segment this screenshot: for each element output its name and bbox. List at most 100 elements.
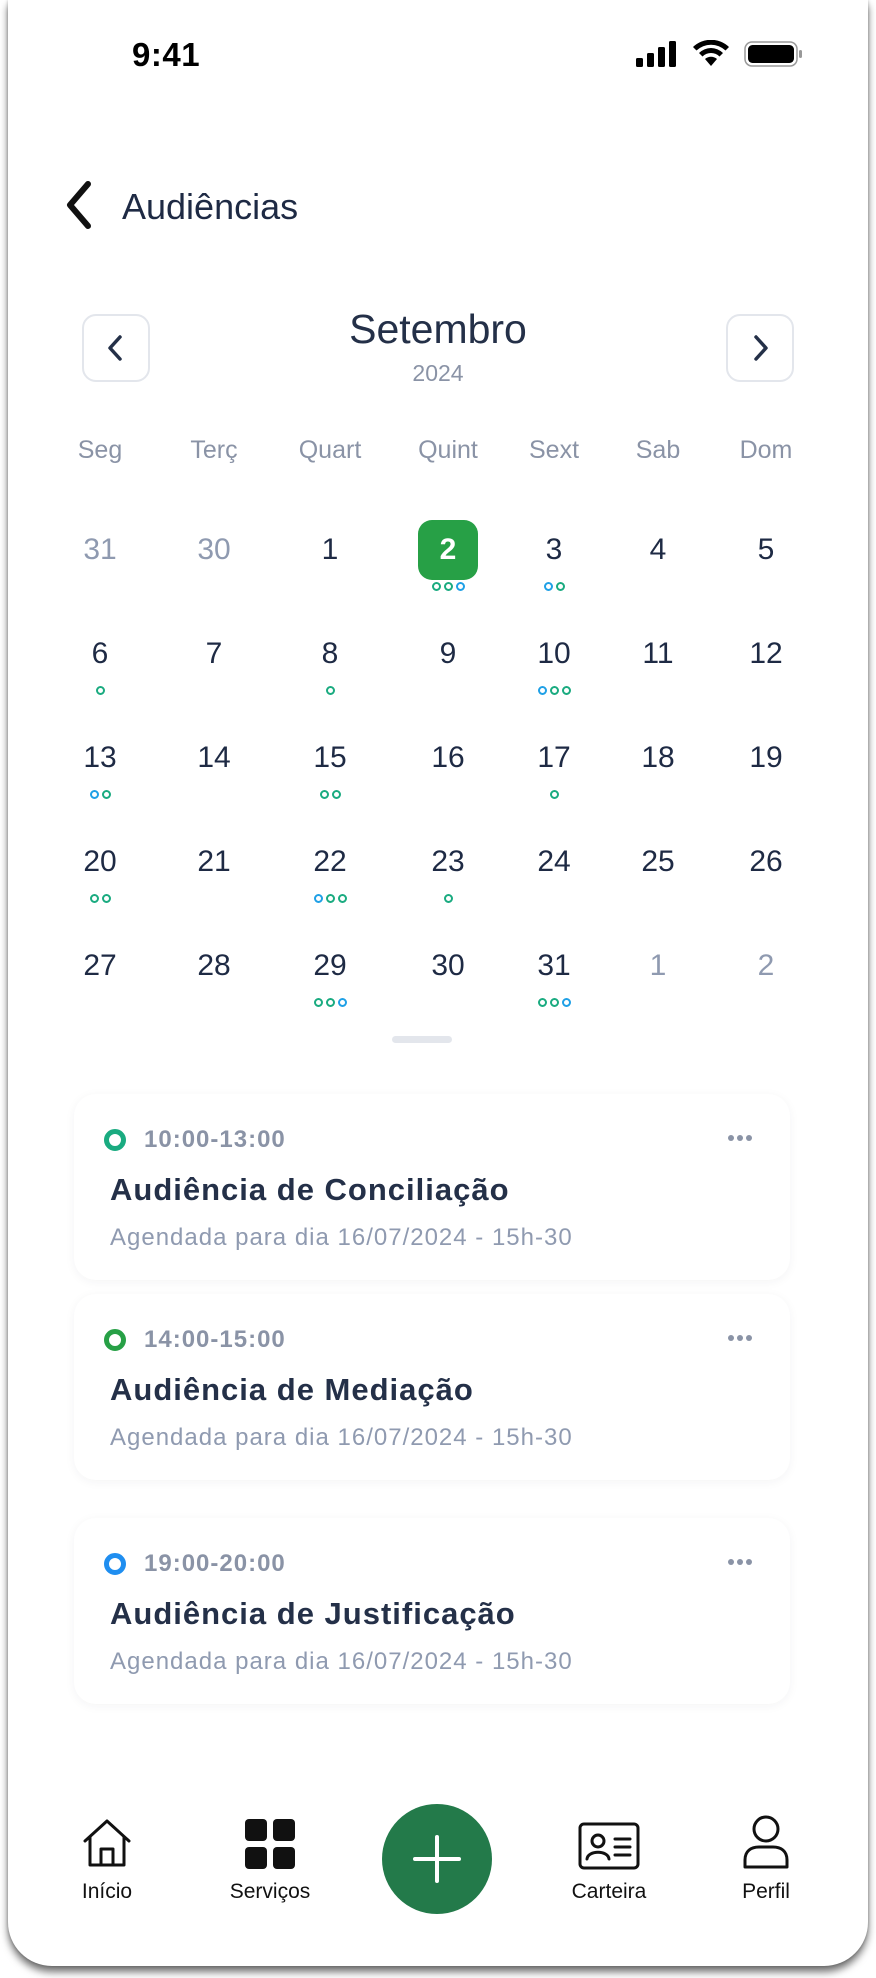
nav-item-profile[interactable]: Perfil	[706, 1810, 826, 1904]
day-number: 30	[431, 949, 465, 982]
wifi-icon	[693, 40, 729, 66]
event-indicators	[60, 790, 140, 799]
event-title: Audiência de Mediação	[110, 1372, 474, 1407]
event-indicators	[290, 686, 370, 695]
calendar-day[interactable]: 16	[408, 738, 488, 818]
calendar-day[interactable]: 23	[408, 842, 488, 922]
nav-item-home[interactable]: Início	[47, 1810, 167, 1904]
calendar-day[interactable]: 18	[618, 738, 698, 818]
event-indicators	[60, 894, 140, 903]
calendar-day[interactable]: 30	[174, 530, 254, 610]
calendar-day[interactable]: 20	[60, 842, 140, 922]
calendar-day[interactable]: 21	[174, 842, 254, 922]
event-indicator-dot	[101, 894, 111, 903]
day-number: 7	[205, 637, 223, 670]
calendar-day[interactable]: 27	[60, 946, 140, 1026]
nav-label-services: Serviços	[229, 1880, 311, 1903]
nav-item-wallet[interactable]: Carteira	[549, 1810, 669, 1904]
weekday-label: Quint	[418, 436, 478, 464]
calendar-day[interactable]: 1	[618, 946, 698, 1026]
back-button[interactable]	[58, 178, 102, 232]
home-icon	[83, 1819, 131, 1867]
day-number: 5	[757, 533, 775, 566]
calendar-day[interactable]: 31	[514, 946, 594, 1026]
more-options-button[interactable]	[720, 1550, 760, 1574]
calendar-day[interactable]: 26	[726, 842, 806, 922]
nav-item-services[interactable]: Serviços	[210, 1810, 330, 1904]
day-number: 8	[321, 637, 339, 670]
more-options-button[interactable]	[720, 1126, 760, 1150]
calendar-day[interactable]: 11	[618, 634, 698, 714]
event-indicator-dot	[337, 998, 347, 1007]
status-time: 9:41	[132, 36, 201, 73]
event-card[interactable]: 14:00-15:00 Audiência de Mediação Agenda…	[74, 1294, 790, 1480]
event-indicator-dot	[89, 790, 99, 799]
calendar-day[interactable]: 1	[290, 530, 370, 610]
event-indicator-dot	[101, 790, 111, 799]
weekday-label: Sext	[528, 436, 580, 464]
add-button[interactable]	[382, 1804, 492, 1914]
calendar-day[interactable]: 12	[726, 634, 806, 714]
calendar-day[interactable]: 2	[726, 946, 806, 1026]
event-indicators	[60, 686, 140, 695]
calendar-day[interactable]: 4	[618, 530, 698, 610]
calendar-day[interactable]: 10	[514, 634, 594, 714]
day-number: 2	[439, 533, 457, 566]
calendar-day[interactable]: 28	[174, 946, 254, 1026]
event-status-dot	[104, 1129, 126, 1151]
event-time: 10:00-13:00	[144, 1126, 286, 1153]
calendar-day[interactable]: 29	[290, 946, 370, 1026]
event-time: 14:00-15:00	[144, 1326, 286, 1353]
calendar-day[interactable]: 22	[290, 842, 370, 922]
event-status-dot	[104, 1553, 126, 1575]
calendar-day[interactable]: 19	[726, 738, 806, 818]
more-options-button[interactable]	[720, 1326, 760, 1350]
event-indicator-dot	[549, 790, 559, 799]
event-indicator-dot	[443, 582, 453, 591]
calendar-day[interactable]: 9	[408, 634, 488, 714]
calendar-day[interactable]: 7	[174, 634, 254, 714]
event-indicator-dot	[95, 686, 105, 695]
calendar-day[interactable]: 3	[514, 530, 594, 610]
event-card[interactable]: 10:00-13:00 Audiência de Conciliação Age…	[74, 1094, 790, 1280]
calendar-day[interactable]: 5	[726, 530, 806, 610]
event-indicator-dot	[431, 582, 441, 591]
event-subtitle: Agendada para dia 16/07/2024 - 15h-30	[110, 1424, 573, 1451]
day-number: 12	[749, 637, 783, 670]
weekday-label: Quart	[298, 436, 362, 464]
id-card-icon	[578, 1822, 640, 1870]
battery-icon	[744, 41, 802, 67]
calendar-day[interactable]: 8	[290, 634, 370, 714]
day-number: 4	[649, 533, 667, 566]
calendar-day[interactable]: 17	[514, 738, 594, 818]
day-number: 2	[757, 949, 775, 982]
calendar-day[interactable]: 14	[174, 738, 254, 818]
nav-label-home: Início	[81, 1880, 133, 1903]
day-number: 31	[83, 533, 117, 566]
calendar-day[interactable]: 25	[618, 842, 698, 922]
calendar-day[interactable]: 31	[60, 530, 140, 610]
day-number: 20	[83, 845, 117, 878]
event-title: Audiência de Conciliação	[110, 1172, 510, 1207]
event-indicators	[514, 998, 594, 1007]
calendar-day-selected[interactable]: 2	[408, 520, 488, 610]
next-month-button[interactable]	[726, 314, 794, 382]
calendar-day[interactable]: 30	[408, 946, 488, 1026]
event-indicator-dot	[561, 998, 571, 1007]
day-number: 30	[197, 533, 231, 566]
event-indicator-dot	[543, 582, 553, 591]
event-indicator-dot	[325, 894, 335, 903]
calendar-day[interactable]: 13	[60, 738, 140, 818]
calendar-day[interactable]: 24	[514, 842, 594, 922]
event-indicator-dot	[537, 686, 547, 695]
drag-handle[interactable]	[392, 1036, 452, 1043]
event-indicators	[290, 790, 370, 799]
event-indicators	[408, 582, 488, 591]
event-subtitle: Agendada para dia 16/07/2024 - 15h-30	[110, 1224, 573, 1251]
event-card[interactable]: 19:00-20:00 Audiência de Justificação Ag…	[74, 1518, 790, 1704]
nav-label-wallet: Carteira	[571, 1880, 647, 1903]
event-indicator-dot	[549, 998, 559, 1007]
day-number: 31	[537, 949, 571, 982]
calendar-day[interactable]: 6	[60, 634, 140, 714]
calendar-day[interactable]: 15	[290, 738, 370, 818]
